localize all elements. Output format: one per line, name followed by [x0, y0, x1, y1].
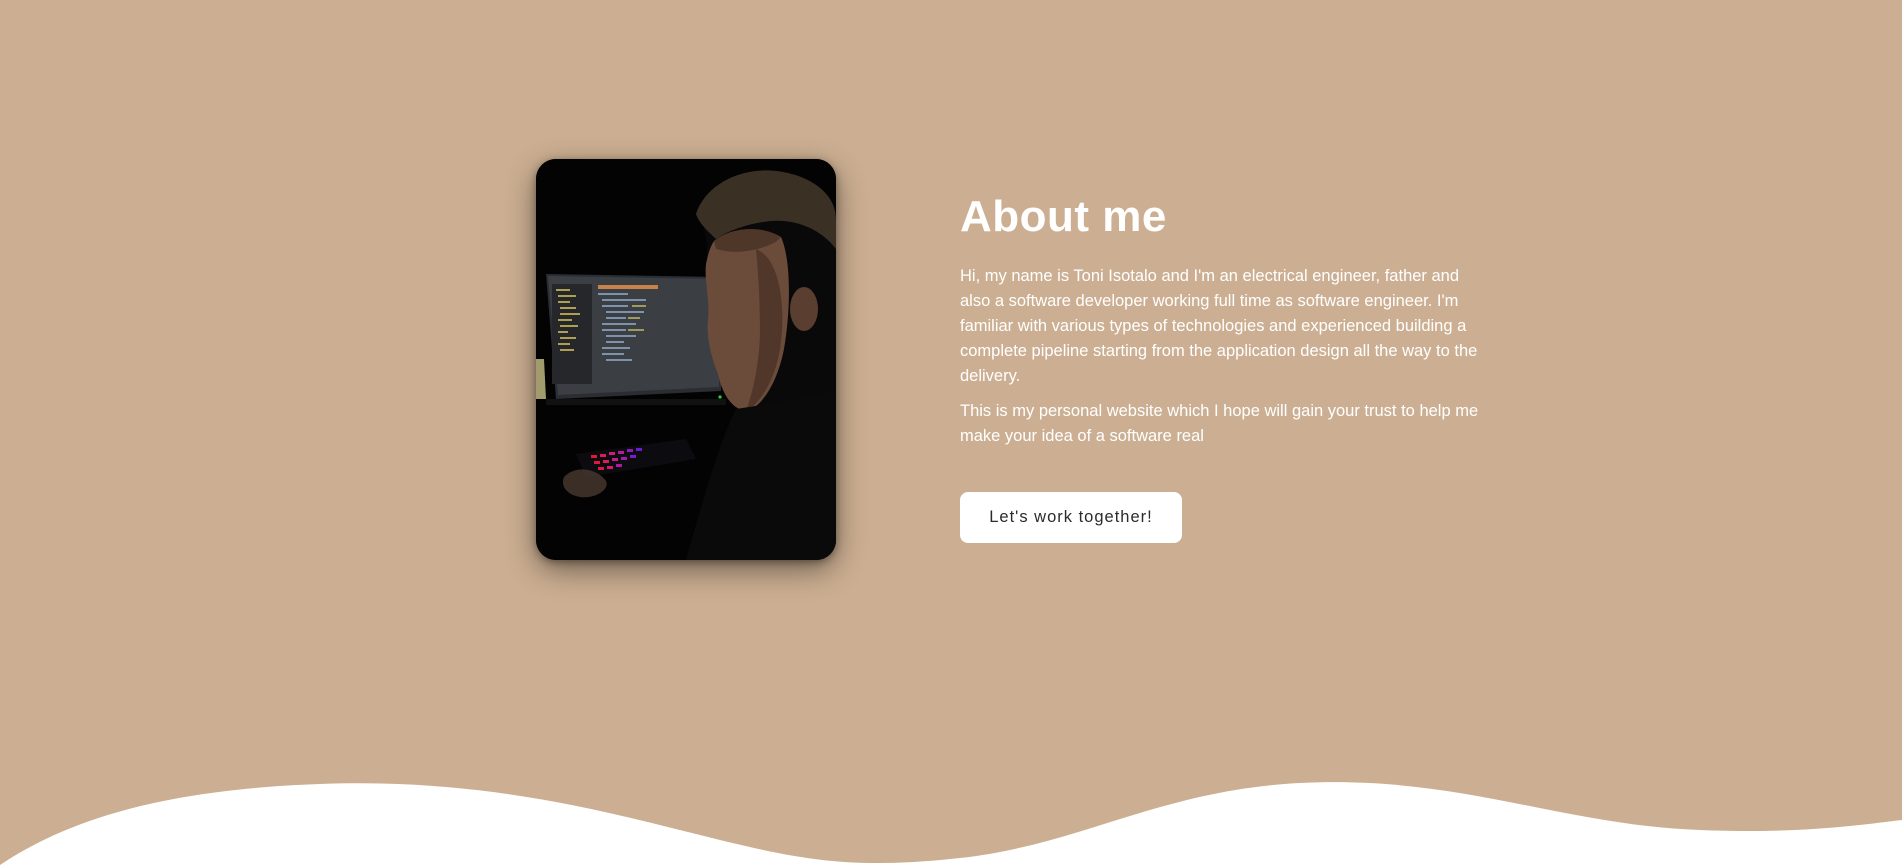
intro-paragraph: Hi, my name is Toni Isotalo and I'm an e…: [960, 267, 1478, 385]
developer-at-computer-image: [536, 159, 836, 560]
website-paragraph: This is my personal website which I hope…: [960, 402, 1479, 445]
wave-divider: [0, 782, 1902, 865]
page-title: About me: [960, 192, 1167, 241]
about-text: About me Hi, my name is Toni Isotalo and…: [960, 190, 1480, 543]
profile-photo: [536, 159, 836, 560]
about-section: About me Hi, my name is Toni Isotalo and…: [0, 0, 1902, 865]
work-together-button[interactable]: Let's work together!: [960, 492, 1182, 543]
